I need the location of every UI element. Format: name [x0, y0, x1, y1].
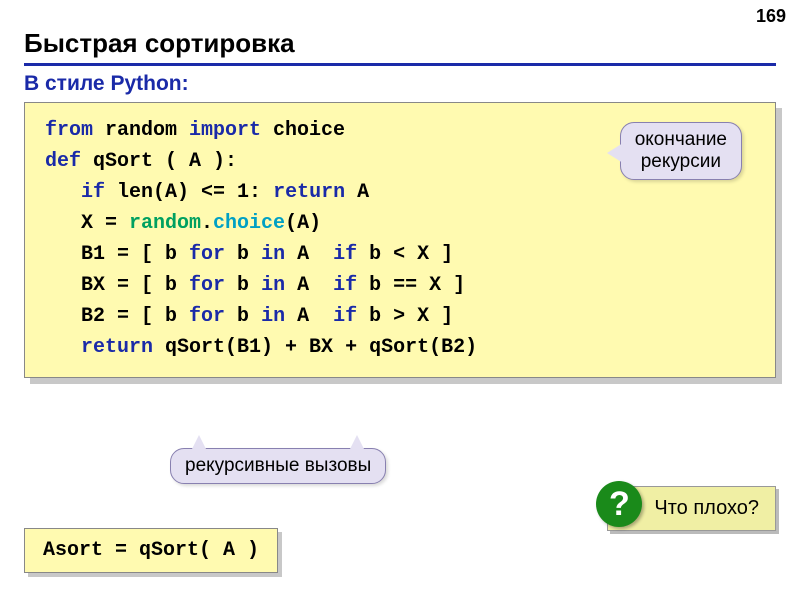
fn-choice: choice — [213, 212, 285, 235]
kw-if: if — [81, 181, 105, 204]
question-box: ? Что плохо? — [607, 486, 776, 531]
question-text: Что плохо? — [654, 497, 759, 519]
kw-from: from — [45, 119, 93, 142]
kw-return2: return — [81, 336, 153, 359]
page-number: 169 — [756, 6, 786, 27]
question-mark-icon: ? — [596, 481, 642, 527]
callout-recursive-calls: рекурсивные вызовы — [170, 448, 386, 484]
lib-random: random — [129, 212, 201, 235]
kw-import: import — [189, 119, 261, 142]
slide-title: Быстрая сортировка — [0, 0, 800, 63]
asort-block: Asort = qSort( A ) — [24, 528, 278, 573]
title-rule — [24, 63, 776, 66]
subtitle: В стиле Python: — [0, 72, 800, 102]
code-block: from random import choice def qSort ( A … — [24, 102, 776, 378]
kw-return: return — [273, 181, 345, 204]
kw-def: def — [45, 150, 81, 173]
callout-end-recursion: окончание рекурсии — [620, 122, 742, 180]
